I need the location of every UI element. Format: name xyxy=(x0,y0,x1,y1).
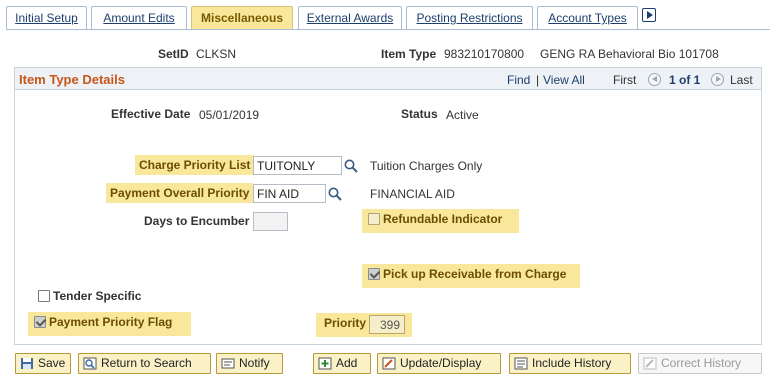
previous-row-icon[interactable] xyxy=(648,73,661,86)
payment-overall-priority-input[interactable] xyxy=(253,184,326,203)
tab-label: Initial Setup xyxy=(15,11,78,25)
payment-priority-flag-checkbox[interactable]: Payment Priority Flag xyxy=(28,312,191,336)
payment-overall-lookup-icon[interactable] xyxy=(327,186,343,202)
group-header: Item Type Details Find | View All First … xyxy=(15,68,761,90)
refundable-indicator-label: Refundable Indicator xyxy=(383,212,503,226)
notify-icon xyxy=(221,358,235,369)
effective-date-value: 05/01/2019 xyxy=(199,108,260,122)
pickup-checkbox-box[interactable] xyxy=(368,268,380,280)
setid-label: SetID xyxy=(158,47,189,61)
correct-history-label: Correct History xyxy=(661,356,742,370)
view-all-link[interactable]: View All xyxy=(543,73,585,87)
tab-divider xyxy=(6,29,770,30)
tab-posting-restrictions[interactable]: Posting Restrictions xyxy=(406,6,533,29)
tab-amount-edits[interactable]: Amount Edits xyxy=(91,6,187,29)
notify-label: Notify xyxy=(239,356,270,370)
group-title: Item Type Details xyxy=(19,72,125,87)
tab-label: External Awards xyxy=(306,11,394,25)
priority-input[interactable] xyxy=(369,315,405,334)
status-label: Status xyxy=(401,107,438,121)
charge-priority-lookup-icon[interactable] xyxy=(343,158,359,174)
refundable-checkbox-box[interactable] xyxy=(368,213,380,225)
update-display-label: Update/Display xyxy=(400,356,482,370)
days-to-encumber-input[interactable] xyxy=(253,212,288,231)
update-display-button[interactable]: Update/Display xyxy=(377,353,501,374)
tab-label: Amount Edits xyxy=(103,11,175,25)
return-to-search-label: Return to Search xyxy=(101,356,192,370)
find-link[interactable]: Find xyxy=(507,73,530,87)
pickup-receivable-label: Pick up Receivable from Charge xyxy=(383,267,567,281)
tender-specific-checkbox[interactable]: Tender Specific xyxy=(32,286,147,306)
save-button[interactable]: Save xyxy=(15,353,71,374)
effective-date-label: Effective Date xyxy=(111,107,191,121)
tab-label: Posting Restrictions xyxy=(416,11,523,25)
item-type-description: GENG RA Behavioral Bio 101708 xyxy=(540,47,719,61)
tender-checkbox-box[interactable] xyxy=(38,290,50,302)
include-history-icon xyxy=(514,357,528,370)
item-type-label: Item Type xyxy=(381,47,437,61)
tab-label: Account Types xyxy=(548,11,627,25)
add-label: Add xyxy=(336,356,358,370)
status-value: Active xyxy=(446,108,479,122)
payment-flag-checkbox-box[interactable] xyxy=(34,316,46,328)
tender-specific-label: Tender Specific xyxy=(53,289,142,303)
save-label: Save xyxy=(38,356,66,370)
refundable-indicator-checkbox[interactable]: Refundable Indicator xyxy=(362,209,519,233)
return-to-search-button[interactable]: Return to Search xyxy=(78,353,211,374)
pickup-receivable-checkbox[interactable]: Pick up Receivable from Charge xyxy=(362,264,580,288)
correct-history-icon xyxy=(643,357,657,370)
next-row-icon[interactable] xyxy=(711,73,724,86)
tab-initial-setup[interactable]: Initial Setup xyxy=(6,6,87,29)
days-to-encumber-label: Days to Encumber xyxy=(144,214,250,228)
include-history-label: Include History xyxy=(532,356,612,370)
payment-overall-description: FINANCIAL AID xyxy=(370,187,455,201)
item-type-value: 983210170800 xyxy=(444,47,525,61)
first-label: First xyxy=(613,73,637,87)
tab-external-awards[interactable]: External Awards xyxy=(298,6,402,29)
payment-overall-priority-label: Payment Overall Priority xyxy=(106,183,254,203)
correct-history-button[interactable]: Correct History xyxy=(638,353,762,374)
save-icon xyxy=(21,358,33,369)
tab-account-types[interactable]: Account Types xyxy=(537,6,638,29)
include-history-button[interactable]: Include History xyxy=(509,353,631,374)
add-icon xyxy=(318,357,332,370)
setid-value: CLKSN xyxy=(196,47,237,61)
tab-label: Miscellaneous xyxy=(200,11,284,25)
nav-separator: | xyxy=(536,73,540,87)
tab-miscellaneous[interactable]: Miscellaneous xyxy=(191,6,293,29)
add-button[interactable]: Add xyxy=(313,353,371,374)
charge-priority-label: Charge Priority List xyxy=(135,155,255,175)
update-display-icon xyxy=(382,357,396,370)
notify-button[interactable]: Notify xyxy=(216,353,283,374)
payment-priority-flag-label: Payment Priority Flag xyxy=(49,315,173,329)
charge-priority-input[interactable] xyxy=(253,156,342,175)
next-tab-arrow-icon[interactable] xyxy=(642,8,656,22)
row-count: 1 of 1 xyxy=(669,73,701,87)
charge-priority-description: Tuition Charges Only xyxy=(370,159,483,173)
return-to-search-icon xyxy=(83,357,97,370)
last-label: Last xyxy=(730,73,753,87)
